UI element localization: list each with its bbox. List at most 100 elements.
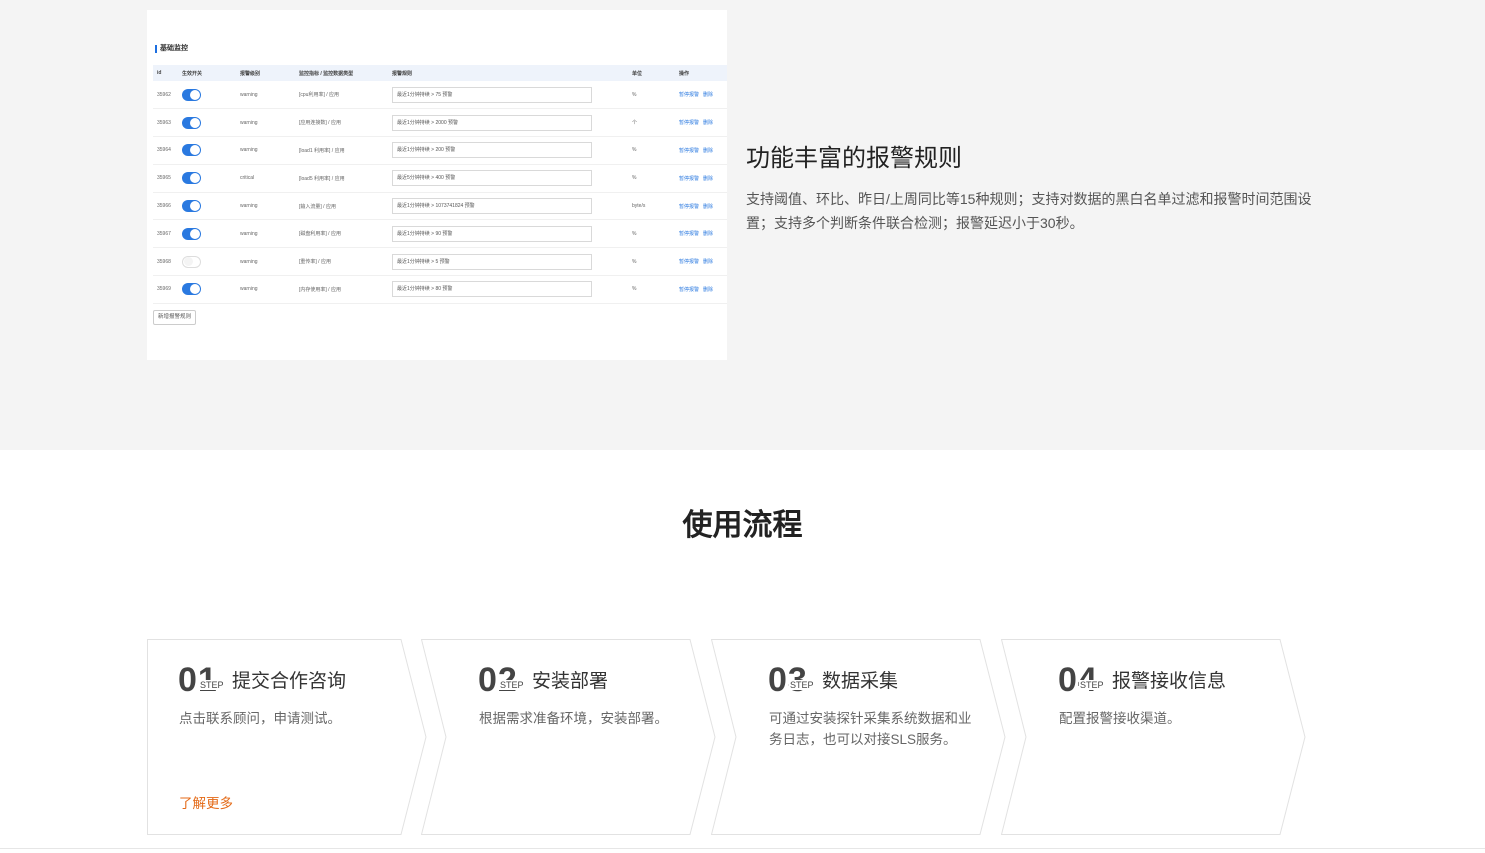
delete-link[interactable]: 删除 <box>703 259 713 265</box>
pause-alert-link[interactable]: 暂停报警 <box>679 259 699 265</box>
delete-link[interactable]: 删除 <box>703 176 713 182</box>
cell-actions: 暂停报警 删除 <box>675 220 727 248</box>
cell-rule: 最近1分钟持续 > 200 预警 <box>388 137 628 165</box>
cell-enabled <box>178 137 236 165</box>
pause-alert-link[interactable]: 暂停报警 <box>679 287 699 293</box>
cell-level: warning <box>240 119 258 126</box>
pause-alert-link[interactable]: 暂停报警 <box>679 204 699 210</box>
col-enabled: 生效开关 <box>182 70 203 77</box>
rule-field[interactable]: 最近5分钟持续 > 400 预警 <box>392 170 592 187</box>
cell-rule: 最近1分钟持续 > 1073741824 预警 <box>388 192 628 220</box>
feature-description: 支持阈值、环比、昨日/上周同比等15种规则；支持对数据的黑白名单过滤和报警时间范… <box>746 191 1312 231</box>
pause-alert-link[interactable]: 暂停报警 <box>679 176 699 182</box>
cell-rule: 最近1分钟持续 > 80 预警 <box>388 276 628 304</box>
cell-level: warning <box>240 258 258 265</box>
cell-enabled <box>178 276 236 304</box>
cell-unit: % <box>632 258 637 265</box>
rule-field[interactable]: 最近1分钟持续 > 75 预警 <box>392 86 592 103</box>
table-row: 35968 warning [重传率] / 应用 最近1分钟持续 > 5 预警% 暂停报… <box>153 248 727 276</box>
cell-id: 35969 <box>157 286 171 293</box>
pause-alert-link[interactable]: 暂停报警 <box>679 92 699 98</box>
step-title: 安装部署 <box>532 671 609 692</box>
process-title: 使用流程 <box>682 509 803 542</box>
delete-link[interactable]: 删除 <box>703 231 713 237</box>
col-unit: 单位 <box>632 70 643 77</box>
rule-field[interactable]: 最近1分钟持续 > 5 预警 <box>392 253 592 270</box>
cell-enabled <box>178 109 236 137</box>
toggle-switch[interactable] <box>182 200 201 213</box>
cell-rule: 最近1分钟持续 > 5 预警 <box>388 248 628 276</box>
cell-actions: 暂停报警 删除 <box>675 164 727 192</box>
table-row: 35969 warning [内存使用率] / 应用 最近1分钟持续 > 80 预警%… <box>153 276 727 304</box>
cell-metric: [load1 利用率] / 应用 <box>299 147 345 154</box>
rule-field[interactable]: 最近1分钟持续 > 90 预警 <box>392 225 592 242</box>
pause-alert-link[interactable]: 暂停报警 <box>679 231 699 237</box>
cell-actions: 暂停报警 删除 <box>675 276 727 304</box>
cell-metric: [内存使用率] / 应用 <box>299 286 341 293</box>
rule-field[interactable]: 最近1分钟持续 > 80 预警 <box>392 281 592 298</box>
cell-level: critical <box>240 175 255 182</box>
delete-link[interactable]: 删除 <box>703 148 713 154</box>
delete-link[interactable]: 删除 <box>703 92 713 98</box>
rule-field[interactable]: 最近1分钟持续 > 200 预警 <box>392 142 592 159</box>
cell-id: 35965 <box>157 175 171 182</box>
cell-actions: 暂停报警 删除 <box>675 248 727 276</box>
rule-field[interactable]: 最近1分钟持续 > 1073741824 预警 <box>392 198 592 215</box>
step-card-1: 01 STEP 提交合作咨询 点击联系顾问，申请测试。 了解更多 <box>147 639 430 835</box>
cell-rule: 最近1分钟持续 > 75 预警 <box>388 81 628 109</box>
step-label: STEP <box>499 680 525 690</box>
step-card-2: 02 STEP 安装部署 根据需求准备环境，安装部署。 <box>421 639 719 835</box>
delete-link[interactable]: 删除 <box>703 204 713 210</box>
cell-enabled <box>178 220 236 248</box>
cell-unit: % <box>632 175 637 182</box>
feature-title: 功能丰富的报警规则 <box>746 145 962 172</box>
cell-enabled <box>178 248 236 276</box>
col-actions: 操作 <box>679 70 690 77</box>
delete-link[interactable]: 删除 <box>703 120 713 126</box>
cell-level: warning <box>240 286 258 293</box>
cell-unit: byte/s <box>632 203 646 210</box>
toggle-switch[interactable] <box>182 116 201 129</box>
delete-link[interactable]: 删除 <box>703 287 713 293</box>
table-header-row: id 生效开关 报警级别 监控指标 / 监控数据类型 报警规则 单位 操作 <box>153 65 727 81</box>
step-label: STEP <box>199 680 225 690</box>
panel-title: 基础监控 <box>155 45 188 53</box>
cell-actions: 暂停报警 删除 <box>675 81 727 109</box>
cell-unit: % <box>632 147 637 154</box>
add-rule-button[interactable]: 新增报警规则 <box>153 310 197 325</box>
cell-unit: % <box>632 230 637 237</box>
toggle-switch[interactable] <box>182 255 201 268</box>
col-level: 报警级别 <box>240 70 261 77</box>
toggle-switch[interactable] <box>182 144 201 157</box>
pause-alert-link[interactable]: 暂停报警 <box>679 148 699 154</box>
toggle-switch[interactable] <box>182 227 201 240</box>
step-description: 根据需求准备环境，安装部署。 <box>479 711 668 726</box>
cell-id: 35966 <box>157 203 171 210</box>
cell-rule: 最近5分钟持续 > 400 预警 <box>388 164 628 192</box>
step-title: 数据采集 <box>822 671 899 692</box>
cell-enabled <box>178 164 236 192</box>
cell-metric: [输入流量] / 应用 <box>299 203 336 210</box>
cell-enabled <box>178 81 236 109</box>
table-row: 35967 warning [磁盘利用率] / 应用 最近1分钟持续 > 90 预警%… <box>153 220 727 248</box>
alert-rules-table: id 生效开关 报警级别 监控指标 / 监控数据类型 报警规则 单位 操作 35… <box>153 65 727 304</box>
cell-id: 35963 <box>157 119 171 126</box>
cell-metric: [磁盘利用率] / 应用 <box>299 231 341 238</box>
rule-field[interactable]: 最近1分钟持续 > 2000 预警 <box>392 114 592 131</box>
cell-id: 35964 <box>157 147 171 154</box>
pause-alert-link[interactable]: 暂停报警 <box>679 120 699 126</box>
toggle-switch[interactable] <box>182 88 201 101</box>
cell-level: warning <box>240 147 258 154</box>
cell-id: 35967 <box>157 230 171 237</box>
cell-unit: % <box>632 91 637 98</box>
toggle-switch[interactable] <box>182 283 201 296</box>
learn-more-link[interactable]: 了解更多 <box>179 792 233 812</box>
cell-id: 35968 <box>157 258 171 265</box>
cell-rule: 最近1分钟持续 > 90 预警 <box>388 220 628 248</box>
table-row: 35964 warning [load1 利用率] / 应用 最近1分钟持续 > 20… <box>153 137 727 165</box>
cell-metric: [应用连接数] / 应用 <box>299 120 341 127</box>
cell-level: warning <box>240 230 258 237</box>
step-description: 配置报警接收渠道。 <box>1059 711 1181 726</box>
table-row: 35966 warning [输入流量] / 应用 最近1分钟持续 > 1073741… <box>153 192 727 220</box>
toggle-switch[interactable] <box>182 172 201 185</box>
